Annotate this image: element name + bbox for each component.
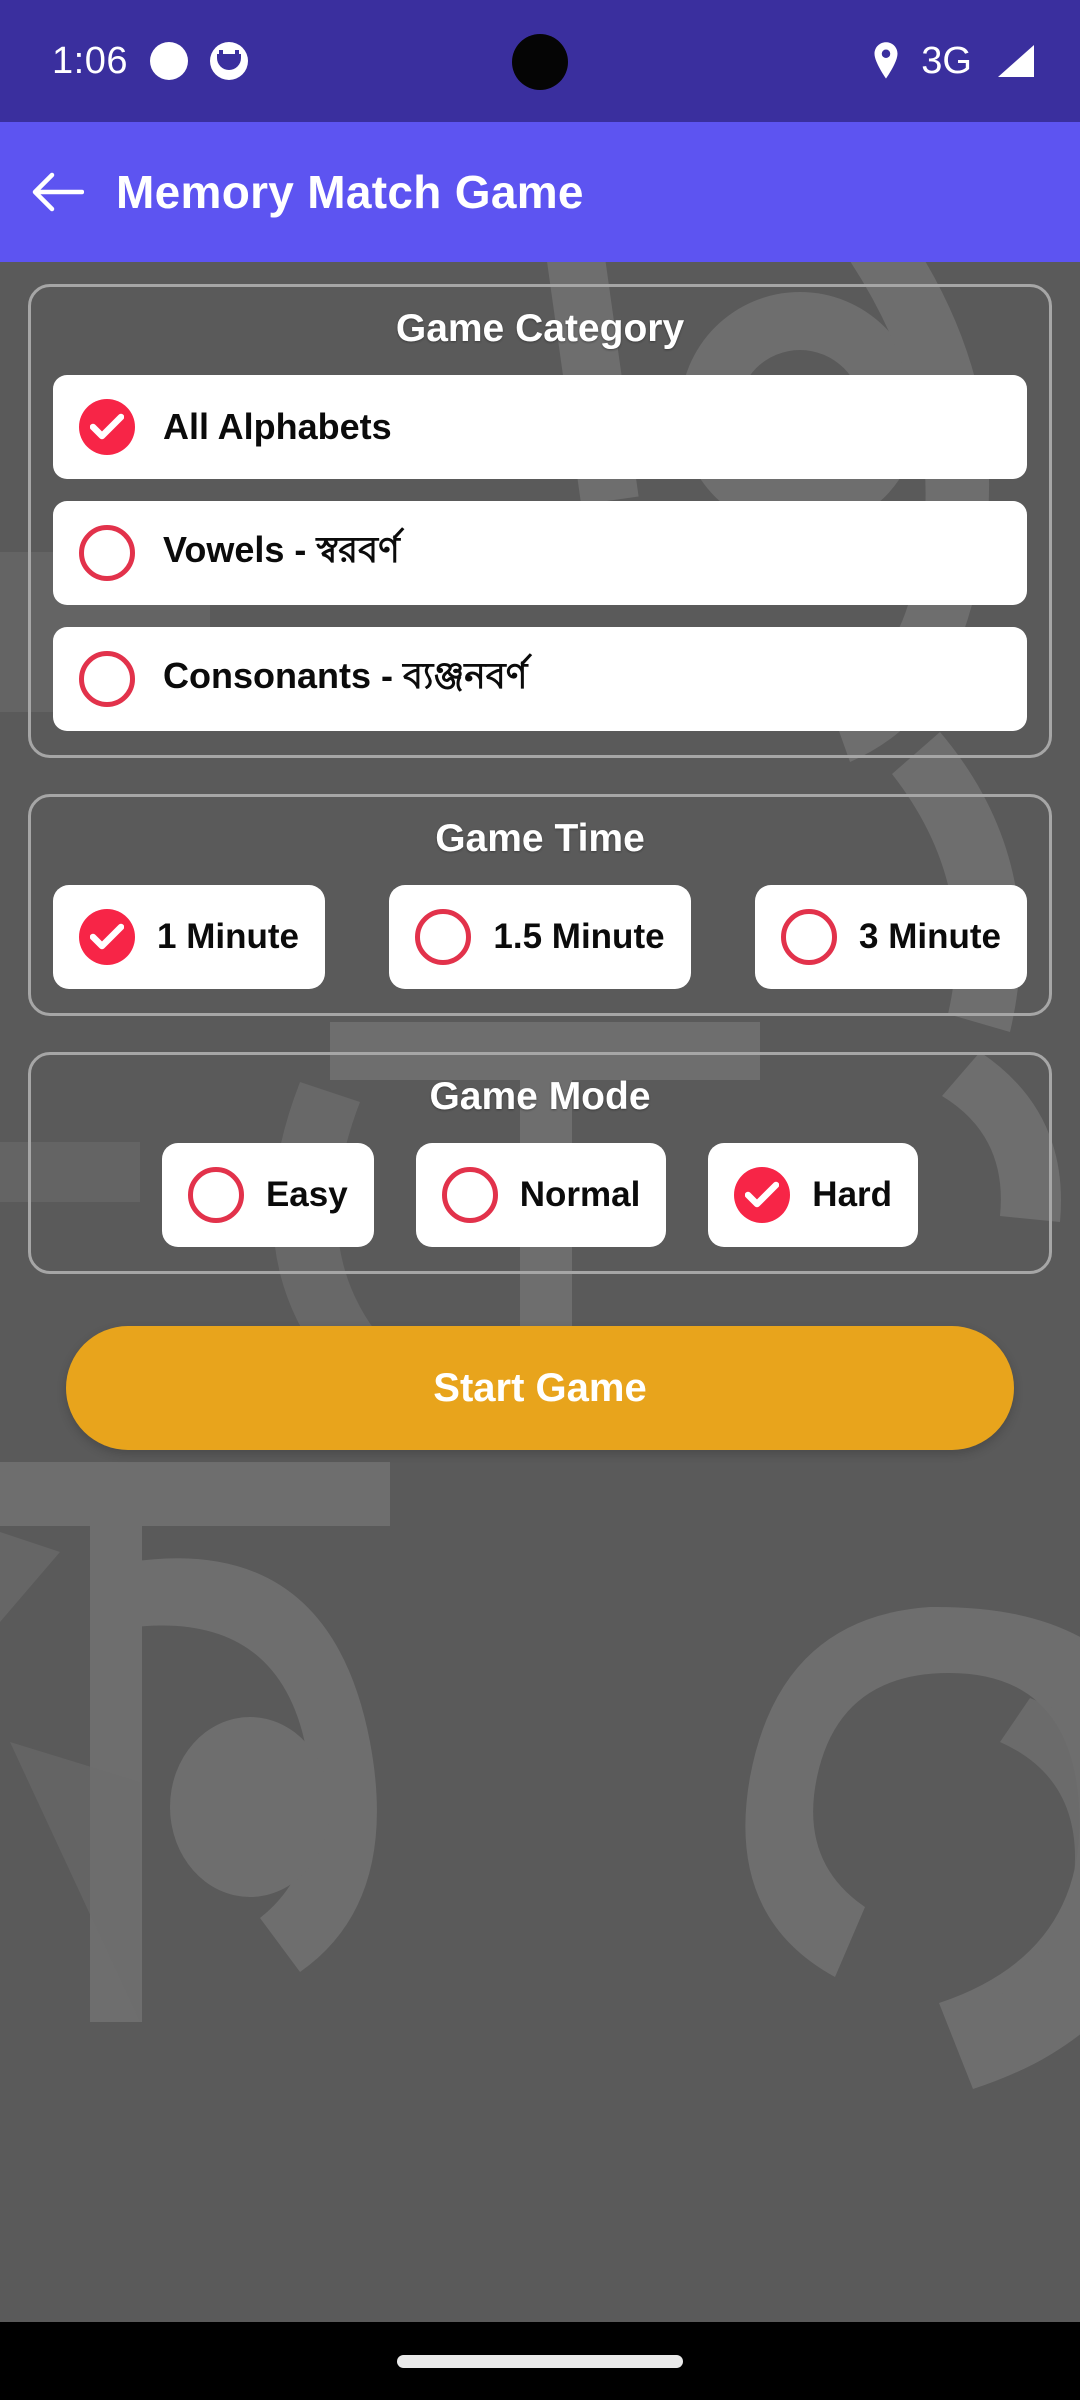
mode-option-normal[interactable]: Normal: [415, 1143, 667, 1247]
radio-unselected-icon: [441, 1167, 498, 1223]
time-option-1-5-minute[interactable]: 1.5 Minute: [389, 885, 691, 989]
network-type-label: 3G: [921, 39, 972, 82]
system-navigation-bar: [0, 2322, 1080, 2400]
time-option-label: 3 Minute: [859, 917, 1001, 956]
game-mode-title: Game Mode: [429, 1075, 651, 1118]
radio-selected-icon: [79, 399, 135, 455]
signal-bars-icon: [998, 45, 1034, 77]
category-option-label: Consonants - ব্যঞ্জনবর্ণ: [163, 655, 528, 696]
mode-option-label: Easy: [265, 1175, 348, 1214]
category-option-label: Vowels - স্বরবর্ণ: [163, 529, 400, 570]
status-bar-right: 3G: [871, 40, 1036, 83]
start-button-container: Start Game: [28, 1310, 1052, 1450]
category-option-label: All Alphabets: [163, 406, 392, 447]
mode-option-hard[interactable]: Hard: [708, 1143, 919, 1247]
game-time-title: Game Time: [435, 817, 645, 860]
cat-notification-icon: [209, 42, 248, 80]
phone-screen: 1:06 3G Memory Match Game Game Category …: [0, 0, 1080, 2400]
notification-dot-icon: [149, 42, 188, 80]
status-bar-left: 1:06: [52, 40, 248, 83]
radio-unselected-icon: [187, 1167, 244, 1223]
start-game-button[interactable]: Start Game: [66, 1326, 1014, 1450]
category-option-all-alphabets[interactable]: All Alphabets: [53, 375, 1027, 479]
game-mode-options: Easy Normal Hard: [53, 1143, 1027, 1247]
game-time-options: 1 Minute 1.5 Minute 3 Minute: [53, 885, 1027, 989]
mode-option-label: Hard: [812, 1175, 893, 1214]
panel-game-mode: Game Mode Easy Normal Hard: [28, 1052, 1052, 1274]
radio-selected-icon: [734, 1167, 791, 1223]
status-bar-clock: 1:06: [52, 39, 128, 82]
panel-game-time: Game Time 1 Minute 1.5 Minute 3 Minute: [28, 794, 1052, 1016]
page-body: Game Category All Alphabets Vowels - স্ব…: [0, 262, 1080, 2322]
category-option-vowels[interactable]: Vowels - স্বরবর্ণ: [53, 501, 1027, 605]
time-option-label: 1.5 Minute: [493, 917, 665, 956]
time-option-label: 1 Minute: [157, 917, 299, 956]
gesture-home-handle[interactable]: [397, 2354, 683, 2368]
mode-option-easy[interactable]: Easy: [161, 1143, 374, 1247]
time-option-1-minute[interactable]: 1 Minute: [53, 885, 325, 989]
mode-option-label: Normal: [519, 1175, 641, 1214]
radio-unselected-icon: [415, 909, 472, 965]
radio-unselected-icon: [781, 909, 838, 965]
page-title: Memory Match Game: [116, 166, 584, 218]
radio-unselected-icon: [79, 525, 135, 581]
category-option-consonants[interactable]: Consonants - ব্যঞ্জনবর্ণ: [53, 627, 1027, 731]
radio-unselected-icon: [79, 651, 135, 707]
location-pin-icon: [874, 42, 898, 79]
app-bar: Memory Match Game: [0, 122, 1080, 262]
settings-content: Game Category All Alphabets Vowels - স্ব…: [0, 262, 1080, 1450]
time-option-3-minute[interactable]: 3 Minute: [755, 885, 1027, 989]
camera-punch-hole: [512, 34, 568, 90]
back-arrow-icon: [32, 172, 84, 212]
game-category-title: Game Category: [395, 307, 685, 350]
radio-selected-icon: [79, 909, 135, 965]
panel-game-category: Game Category All Alphabets Vowels - স্ব…: [28, 284, 1052, 758]
back-button[interactable]: [0, 122, 116, 262]
